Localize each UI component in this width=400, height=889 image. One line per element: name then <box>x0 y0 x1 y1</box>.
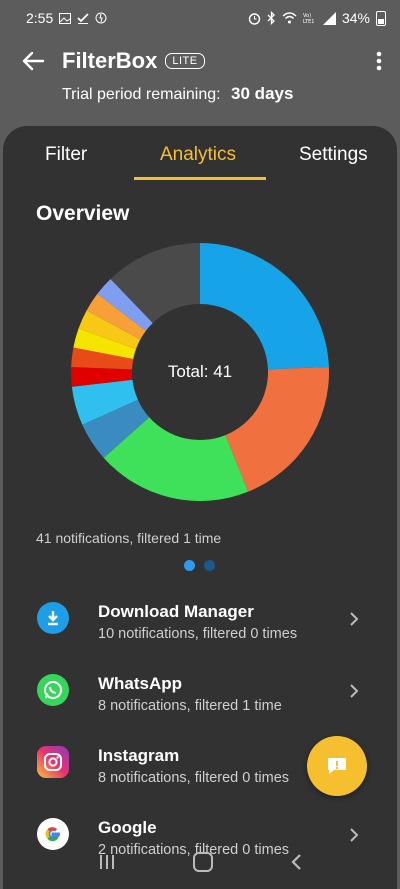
recents-icon[interactable] <box>98 853 116 871</box>
trial-label: Trial period remaining: <box>62 86 221 103</box>
svg-text:LTE1: LTE1 <box>303 19 315 24</box>
app-detail: 8 notifications, filtered 0 times <box>98 770 290 786</box>
donut-slice-0[interactable] <box>200 243 329 370</box>
whatsapp-icon <box>37 674 69 706</box>
tab-indicator <box>134 177 266 180</box>
donut-slice-1[interactable] <box>225 367 329 492</box>
page-indicator <box>184 560 215 571</box>
arrow-back-icon[interactable] <box>18 51 48 71</box>
alarm-icon <box>248 12 261 25</box>
feedback-icon <box>328 758 346 774</box>
battery-icon <box>376 10 386 26</box>
tab-settings[interactable]: Settings <box>299 144 368 166</box>
download-icon <box>37 602 69 634</box>
volte-icon: Vo)LTE1 <box>303 13 315 24</box>
list-item-whatsapp[interactable]: WhatsApp 8 notifications, filtered 1 tim… <box>3 660 397 732</box>
trial-period: Trial period remaining: 30 days <box>62 84 293 104</box>
battery-percent: 34% <box>341 10 370 26</box>
overview-summary: 41 notifications, filtered 1 time <box>36 530 222 546</box>
tab-bar: Filter Analytics Settings <box>3 126 397 182</box>
more-vert-icon[interactable] <box>376 51 382 71</box>
signal-icon <box>322 11 336 25</box>
lite-badge: LITE <box>165 53 205 69</box>
app-detail: 10 notifications, filtered 0 times <box>98 626 298 642</box>
feedback-fab[interactable] <box>307 736 367 796</box>
app-name: WhatsApp <box>98 674 183 693</box>
bluetooth-icon <box>267 11 275 25</box>
chevron-right-icon <box>349 610 359 633</box>
wifi-icon <box>282 12 297 24</box>
list-item-download-manager[interactable]: Download Manager 10 notifications, filte… <box>3 588 397 660</box>
instagram-icon <box>37 746 69 778</box>
donut-chart[interactable]: Total: 41 <box>71 243 329 501</box>
status-right: Vo) LTE1 34% <box>248 10 386 26</box>
status-time: 2:55 <box>26 10 54 26</box>
tab-filter[interactable]: Filter <box>45 144 87 166</box>
home-icon[interactable] <box>192 851 213 872</box>
donut-svg[interactable] <box>71 243 329 501</box>
app-name: Instagram <box>98 746 180 765</box>
system-nav-bar <box>0 834 400 889</box>
app-detail: 8 notifications, filtered 1 time <box>98 698 282 714</box>
status-bar: 2:55 Vo) LTE1 34% <box>0 0 400 36</box>
app-bar: FilterBox LITE <box>0 36 400 86</box>
status-left: 2:55 <box>26 10 107 26</box>
image-icon <box>59 12 72 24</box>
tab-analytics[interactable]: Analytics <box>160 144 236 166</box>
overview-title: Overview <box>36 202 130 225</box>
back-nav-icon[interactable] <box>290 853 302 871</box>
app-title: FilterBox <box>62 48 158 73</box>
check-icon <box>77 13 89 24</box>
page-dot-active[interactable] <box>184 560 195 571</box>
page-dot[interactable] <box>204 560 215 571</box>
app-name: Download Manager <box>98 602 254 621</box>
trial-value: 30 days <box>231 84 294 103</box>
chevron-right-icon <box>349 682 359 705</box>
sync-icon <box>95 12 107 24</box>
